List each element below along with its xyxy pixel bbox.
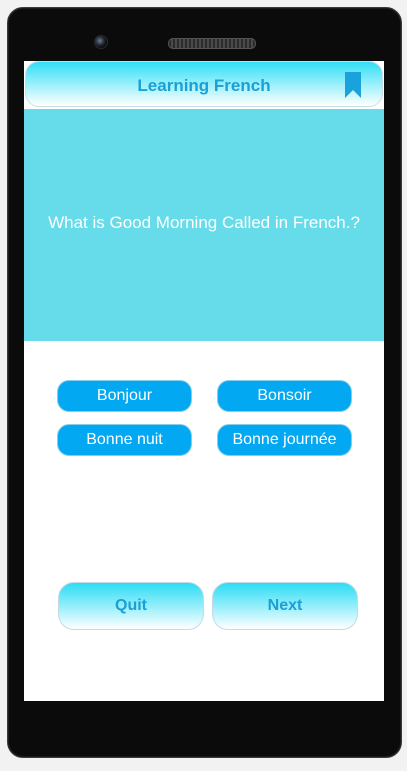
option-button-bonne-nuit[interactable]: Bonne nuit [57, 424, 192, 456]
app-screen: Learning French What is Good Morning Cal… [24, 61, 384, 701]
option-button-bonne-journee[interactable]: Bonne journée [217, 424, 352, 456]
page-title: Learning French [137, 76, 271, 95]
speaker-grille [168, 38, 256, 49]
option-button-bonjour[interactable]: Bonjour [57, 380, 192, 412]
question-panel: What is Good Morning Called in French.? [24, 109, 384, 341]
option-button-bonsoir[interactable]: Bonsoir [217, 380, 352, 412]
quit-button[interactable]: Quit [58, 582, 204, 630]
camera-icon [94, 35, 108, 49]
question-text: What is Good Morning Called in French.? [48, 213, 360, 232]
app-header: Learning French [25, 61, 383, 107]
bookmark-icon[interactable] [344, 71, 362, 99]
next-button[interactable]: Next [212, 582, 358, 630]
phone-frame: Learning French What is Good Morning Cal… [7, 7, 402, 758]
